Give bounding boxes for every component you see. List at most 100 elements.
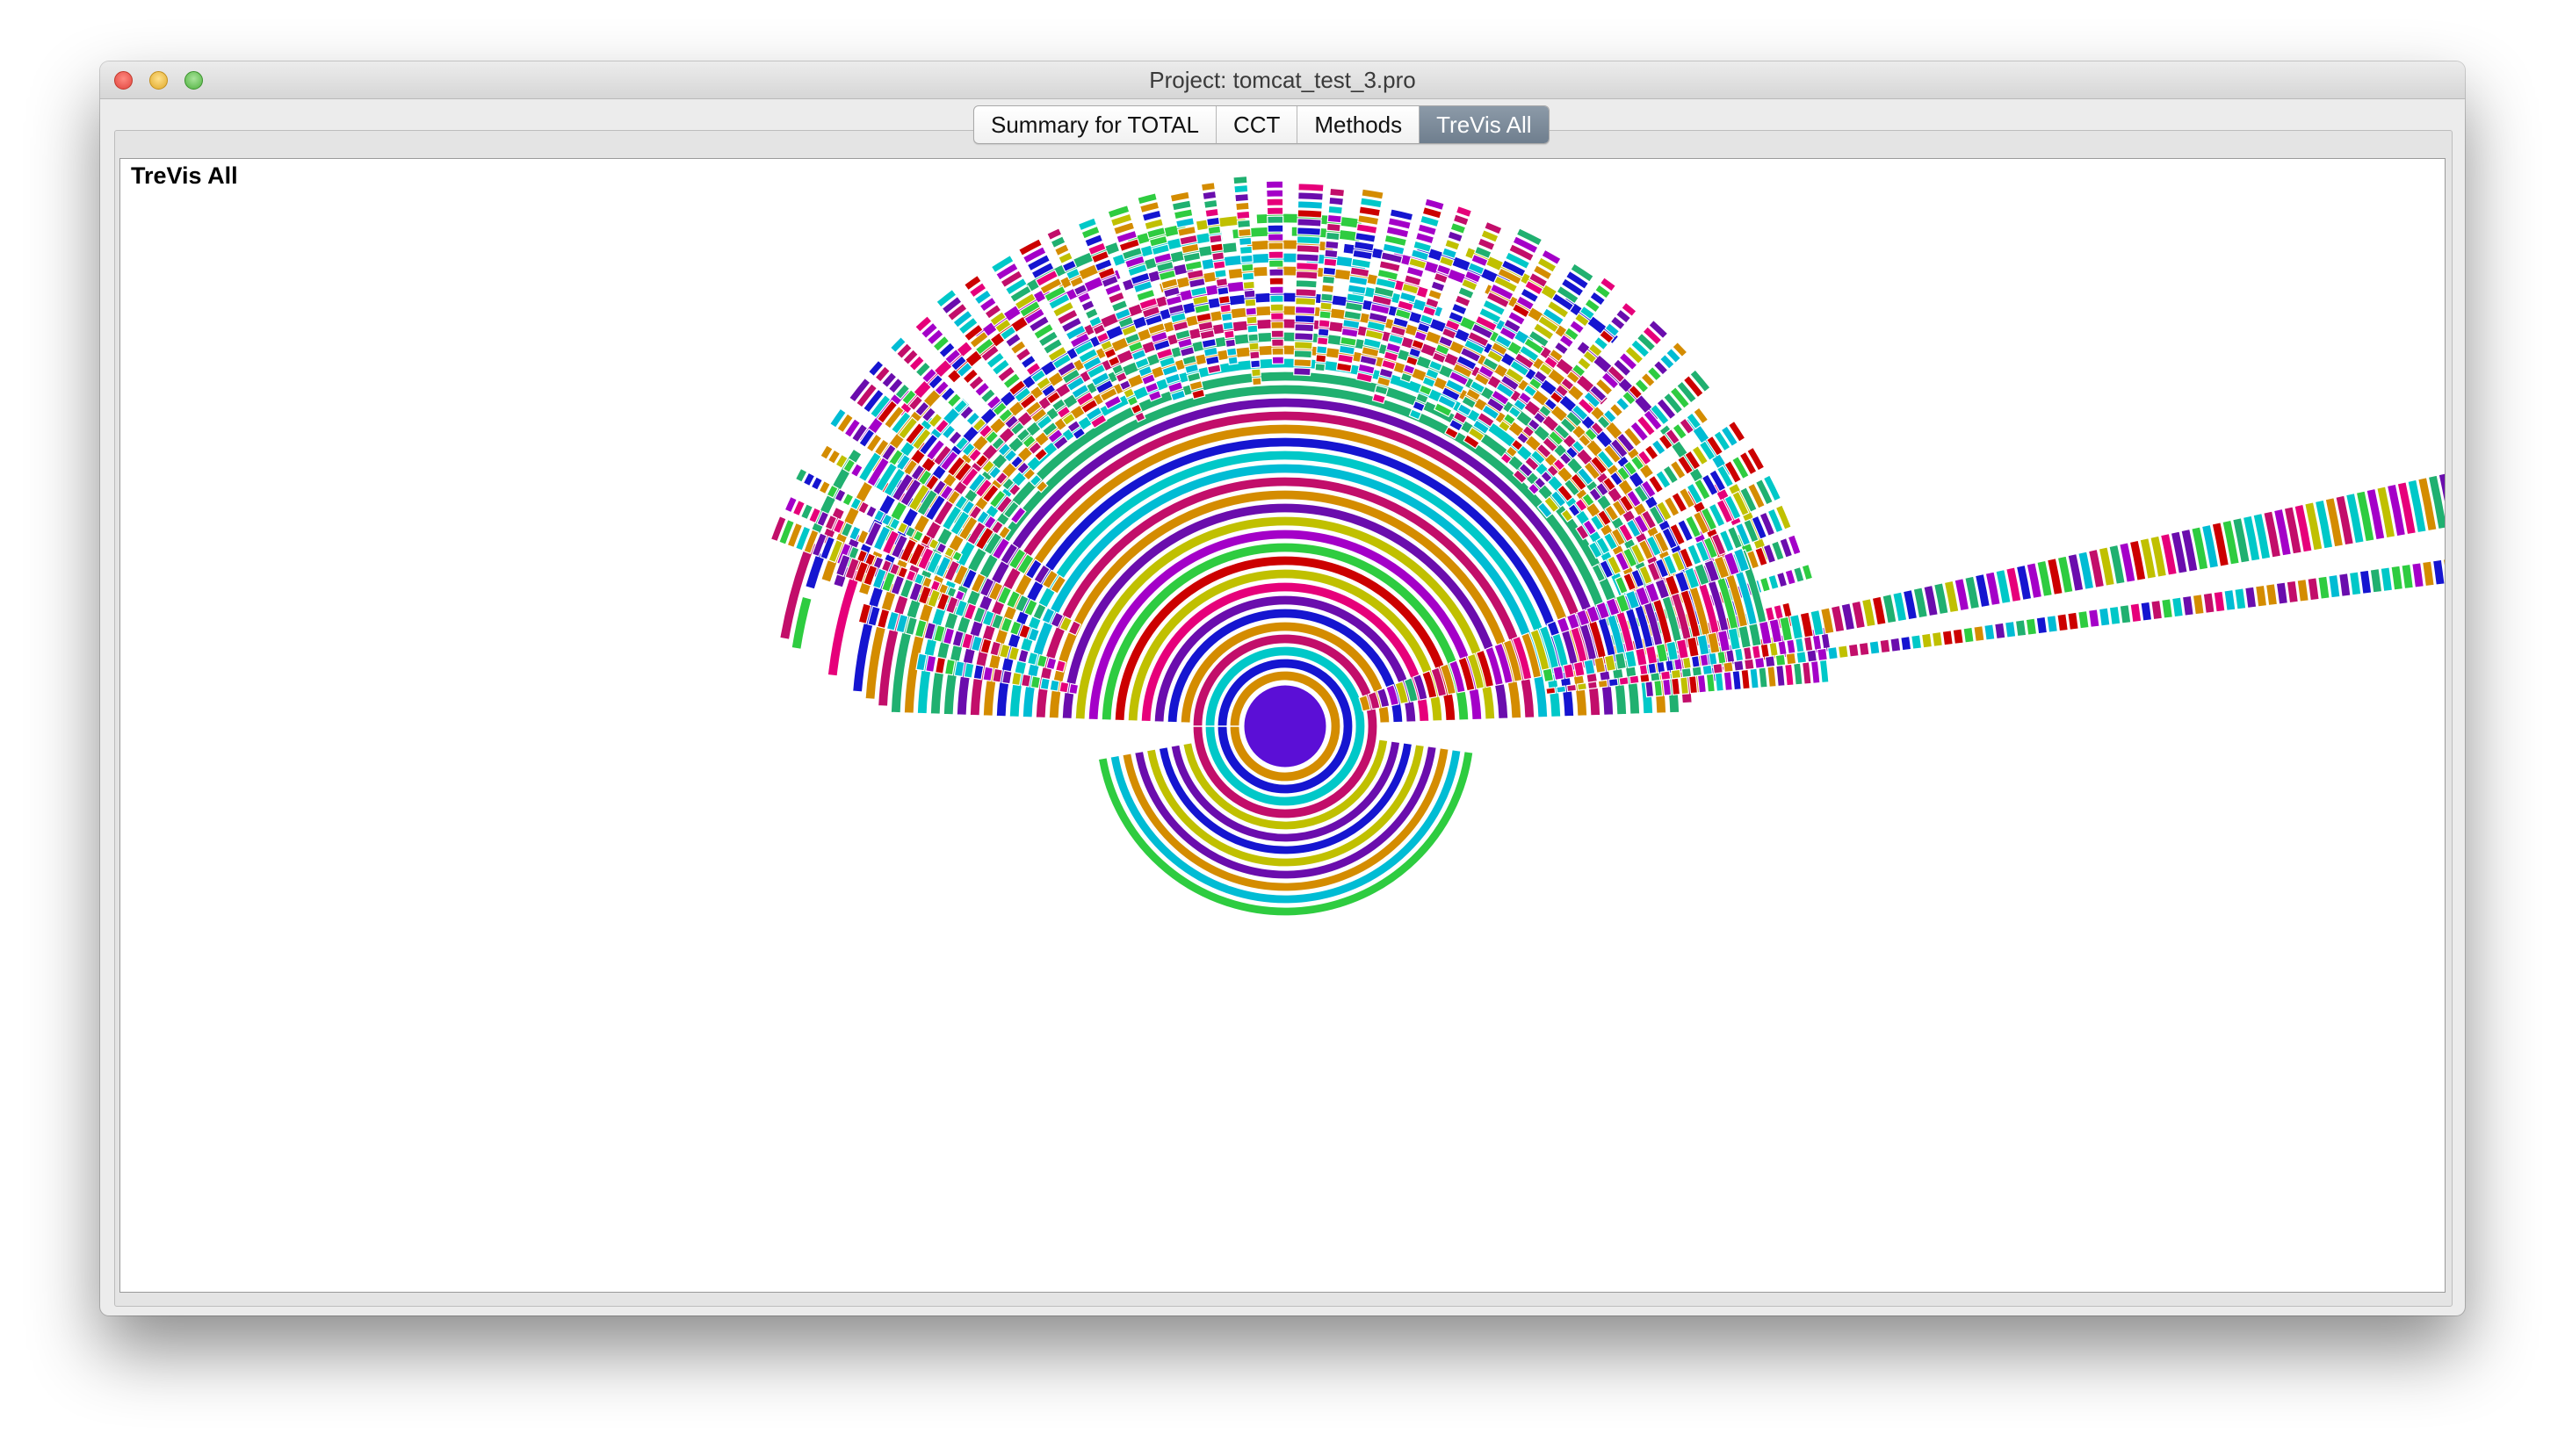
sunburst-arm-segment[interactable] bbox=[2380, 566, 2394, 593]
sunburst-arm-segment[interactable] bbox=[1618, 676, 1629, 686]
sunburst-arm-segment[interactable] bbox=[2328, 573, 2341, 599]
sunburst-arm-segment[interactable] bbox=[1806, 649, 1818, 663]
sunburst-spoke-segment[interactable] bbox=[1241, 271, 1255, 281]
sunburst-arm-segment[interactable] bbox=[2035, 616, 2048, 635]
sunburst-segment[interactable] bbox=[1246, 239, 1335, 253]
sunburst-spoke-segment[interactable] bbox=[1248, 342, 1260, 351]
sunburst-arm-segment[interactable] bbox=[1659, 670, 1672, 681]
sunburst-spoke-segment[interactable] bbox=[1723, 671, 1733, 692]
sunburst-spoke-segment[interactable] bbox=[1314, 363, 1326, 372]
sunburst-arm-segment[interactable] bbox=[1001, 669, 1013, 685]
sunburst-arm-segment[interactable] bbox=[1010, 671, 1022, 687]
sunburst-spoke-segment[interactable] bbox=[1271, 356, 1284, 364]
sunburst-spoke-segment[interactable] bbox=[1210, 242, 1225, 253]
sunburst-arm-segment[interactable] bbox=[1723, 661, 1734, 674]
sunburst-spoke-segment[interactable] bbox=[1269, 312, 1284, 321]
sunburst-spoke-segment[interactable] bbox=[1801, 661, 1812, 685]
sunburst-arm-segment[interactable] bbox=[1650, 671, 1661, 682]
tab-methods[interactable]: Methods bbox=[1297, 106, 1420, 143]
sunburst-spoke-segment[interactable] bbox=[1749, 667, 1759, 689]
sunburst-spoke-segment[interactable] bbox=[1243, 289, 1256, 299]
sunburst-spoke-segment[interactable] bbox=[1242, 280, 1255, 290]
sunburst-arm-segment[interactable] bbox=[1712, 662, 1723, 674]
sunburst-spoke-segment[interactable] bbox=[1317, 328, 1330, 337]
sunburst-spoke-segment[interactable] bbox=[1315, 354, 1327, 364]
sunburst-spoke-segment[interactable] bbox=[1294, 314, 1315, 324]
sunburst-spoke-segment[interactable] bbox=[1233, 184, 1249, 194]
sunburst-arm-segment[interactable] bbox=[2359, 569, 2373, 595]
sunburst-arm-segment[interactable] bbox=[1796, 651, 1808, 665]
sunburst-spoke-segment[interactable] bbox=[1644, 681, 1655, 698]
sunburst-arm-segment[interactable] bbox=[2150, 599, 2164, 621]
sunburst-arm-segment[interactable] bbox=[1576, 681, 1588, 691]
sunburst-arm-segment[interactable] bbox=[2171, 596, 2184, 618]
sunburst-spoke-segment[interactable] bbox=[1268, 285, 1284, 294]
sunburst-spoke-segment[interactable] bbox=[1204, 207, 1219, 218]
sunburst-arm-segment[interactable] bbox=[1583, 659, 1596, 676]
title-bar[interactable]: Project: tomcat_test_3.pro bbox=[100, 61, 2465, 99]
sunburst-spoke-segment[interactable] bbox=[1294, 306, 1316, 315]
sunburst-spoke-segment[interactable] bbox=[1212, 260, 1226, 270]
sunburst-arm-segment[interactable] bbox=[1858, 641, 1870, 657]
sunburst-spoke-segment[interactable] bbox=[1267, 224, 1284, 234]
sunburst-spoke-segment[interactable] bbox=[1217, 285, 1230, 296]
sunburst-arm-segment[interactable] bbox=[1847, 643, 1860, 658]
sunburst-arm-segment[interactable] bbox=[2161, 598, 2174, 619]
sunburst-arm-segment[interactable] bbox=[2390, 565, 2404, 591]
sunburst-arm-segment[interactable] bbox=[1837, 645, 1849, 660]
sunburst-arm-segment[interactable] bbox=[1900, 635, 1912, 652]
sunburst-spoke-segment[interactable] bbox=[1246, 324, 1259, 334]
sunburst-spoke-segment[interactable] bbox=[1810, 660, 1821, 684]
sunburst-arm-segment[interactable] bbox=[1680, 667, 1693, 679]
sunburst-arm-segment[interactable] bbox=[2307, 577, 2320, 602]
tab-summary-for-total[interactable]: Summary for TOTAL bbox=[974, 106, 1217, 143]
sunburst-spoke-segment[interactable] bbox=[1326, 213, 1342, 224]
sunburst-spoke-segment[interactable] bbox=[1223, 329, 1235, 340]
sunburst-arm-segment[interactable] bbox=[2411, 562, 2424, 588]
sunburst-spoke-segment[interactable] bbox=[1296, 244, 1320, 254]
sunburst-spoke-segment[interactable] bbox=[1293, 350, 1313, 359]
sunburst-spoke-segment[interactable] bbox=[1293, 341, 1313, 350]
sunburst-arm-segment[interactable] bbox=[2337, 573, 2352, 597]
sunburst-arm-segment[interactable] bbox=[1920, 632, 1933, 649]
sunburst-arm-segment[interactable] bbox=[2296, 578, 2309, 602]
sunburst-arm-segment[interactable] bbox=[1670, 668, 1682, 680]
sunburst-spoke-segment[interactable] bbox=[1297, 183, 1325, 192]
sunburst-arm-segment[interactable] bbox=[2244, 586, 2258, 609]
sunburst-spoke-segment[interactable] bbox=[1325, 240, 1340, 250]
sunburst-arm-segment[interactable] bbox=[2067, 611, 2079, 631]
sunburst-arm-segment[interactable] bbox=[2129, 602, 2142, 623]
sunburst-arm-segment[interactable] bbox=[1068, 682, 1080, 696]
sunburst-spoke-segment[interactable] bbox=[1818, 659, 1830, 684]
sunburst-spoke-segment[interactable] bbox=[1268, 277, 1284, 285]
sunburst-arm-segment[interactable] bbox=[2223, 588, 2236, 612]
sunburst-spoke-segment[interactable] bbox=[1320, 292, 1334, 302]
sunburst-arm-segment[interactable] bbox=[1702, 664, 1714, 676]
sunburst-arm-segment[interactable] bbox=[1733, 660, 1745, 672]
sunburst-spoke-segment[interactable] bbox=[1239, 254, 1254, 264]
sunburst-spoke-segment[interactable] bbox=[1293, 358, 1312, 368]
sunburst-spoke-segment[interactable] bbox=[1784, 663, 1795, 687]
sunburst-arm-segment[interactable] bbox=[2140, 601, 2153, 622]
sunburst-spoke-segment[interactable] bbox=[1297, 209, 1323, 219]
sunburst-arm-segment[interactable] bbox=[1973, 624, 1985, 643]
tab-cct[interactable]: CCT bbox=[1217, 106, 1298, 143]
sunburst-arm-segment[interactable] bbox=[1817, 647, 1829, 662]
sunburst-spoke-segment[interactable] bbox=[1203, 198, 1218, 210]
sunburst-arm-segment[interactable] bbox=[1774, 653, 1787, 667]
sunburst-spoke-segment[interactable] bbox=[1225, 338, 1237, 349]
sunburst-arm-segment[interactable] bbox=[2265, 583, 2279, 607]
sunburst-spoke-segment[interactable] bbox=[1268, 241, 1284, 251]
sunburst-spoke-segment[interactable] bbox=[1324, 249, 1339, 259]
sunburst-arm-segment[interactable] bbox=[2317, 575, 2330, 600]
sunburst-spoke-segment[interactable] bbox=[1250, 359, 1261, 369]
sunburst-spoke-segment[interactable] bbox=[1323, 257, 1338, 268]
sunburst-arm-segment[interactable] bbox=[2077, 609, 2090, 630]
sunburst-spoke-segment[interactable] bbox=[1215, 278, 1229, 288]
sunburst-arm-segment[interactable] bbox=[1629, 674, 1640, 685]
sunburst-spoke-segment[interactable] bbox=[1297, 218, 1322, 227]
sunburst-arm-segment[interactable] bbox=[2348, 571, 2362, 596]
sunburst-spoke-segment[interactable] bbox=[1325, 231, 1340, 241]
sunburst-spoke-segment[interactable] bbox=[1247, 333, 1260, 342]
sunburst-spoke-segment[interactable] bbox=[1214, 269, 1227, 279]
